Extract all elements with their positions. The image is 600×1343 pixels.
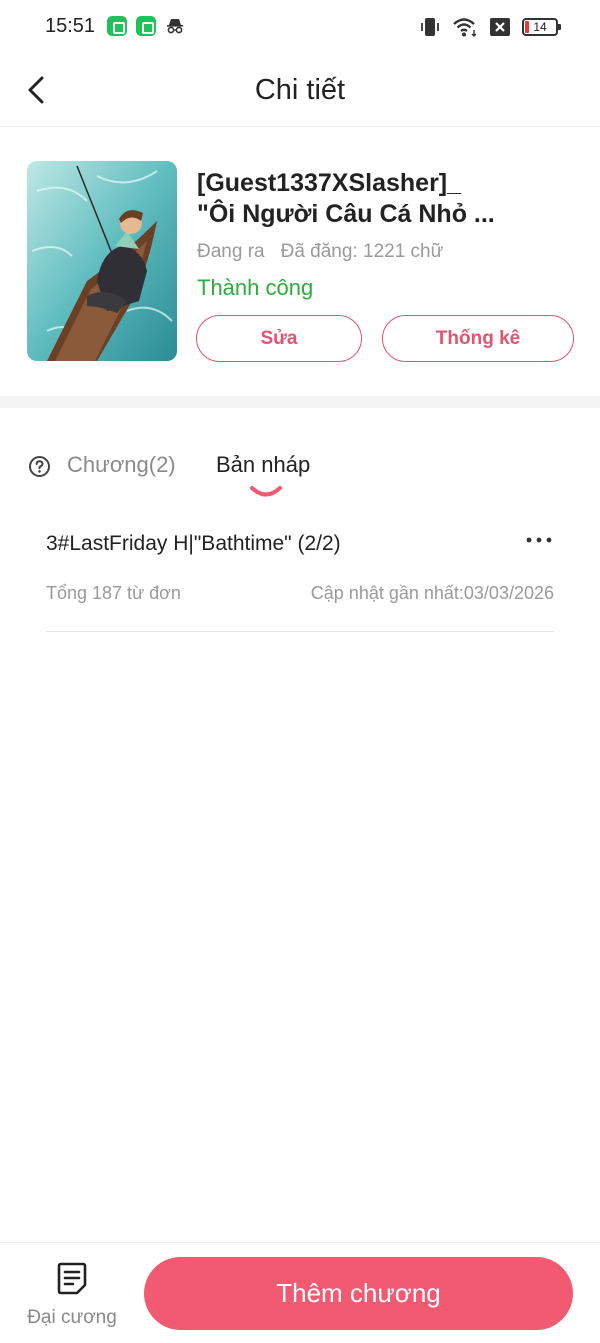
outline-button[interactable]: Đại cương [22, 1261, 122, 1331]
status-time: 15:51 [45, 15, 96, 37]
tab-chapters[interactable]: Chương(2) [67, 452, 176, 478]
book-published-words: Đã đăng: 1221 chữ [280, 241, 444, 262]
draft-title: 3#LastFriday H|"Bathtime" (2/2) [46, 532, 341, 555]
tab-drafts[interactable]: Bản nháp [216, 452, 310, 478]
more-options-icon[interactable] [524, 528, 554, 552]
battery-icon: 14 [522, 18, 561, 36]
book-cover-image[interactable] [27, 161, 177, 361]
draft-word-count: Tổng 187 từ đơn [46, 583, 181, 603]
book-publication-state: Đang ra [197, 241, 265, 262]
incognito-icon [167, 19, 183, 34]
draft-list-item[interactable]: 3#LastFriday H|"Bathtime" (2/2) Tổng 187… [46, 512, 554, 632]
status-bar: 15:51 14 [0, 0, 600, 54]
draft-last-updated: Cập nhật gần nhất:03/03/2026 [310, 583, 554, 603]
outline-label: Đại cương [27, 1307, 117, 1328]
edit-button[interactable]: Sửa [196, 315, 362, 362]
active-tab-indicator [250, 486, 282, 497]
section-divider [0, 396, 600, 408]
content-tabs: Chương(2) Bản nháp [0, 438, 600, 498]
add-chapter-button[interactable]: Thêm chương [144, 1257, 573, 1330]
page-title: Chi tiết [254, 74, 346, 106]
wifi-icon [453, 18, 477, 37]
statistics-button[interactable]: Thống kê [382, 315, 574, 362]
book-info-card: [Guest1337XSlasher]_ "Ôi Người Câu Cá Nh… [0, 128, 600, 396]
book-status: Thành công [197, 275, 314, 300]
app-notification-icon [107, 16, 127, 36]
book-title: [Guest1337XSlasher]_ "Ôi Người Câu Cá Nh… [197, 169, 495, 228]
bottom-action-bar: Đại cương Thêm chương [0, 1242, 600, 1343]
app-notification-icon [136, 16, 156, 36]
sim-x-icon [490, 18, 510, 36]
document-list-icon [57, 1262, 87, 1295]
vibrate-icon [421, 18, 439, 36]
question-circle-icon[interactable] [28, 455, 51, 478]
book-meta: Đang ra Đã đăng: 1221 chữ [197, 241, 443, 263]
top-app-bar: Chi tiết [0, 54, 600, 127]
